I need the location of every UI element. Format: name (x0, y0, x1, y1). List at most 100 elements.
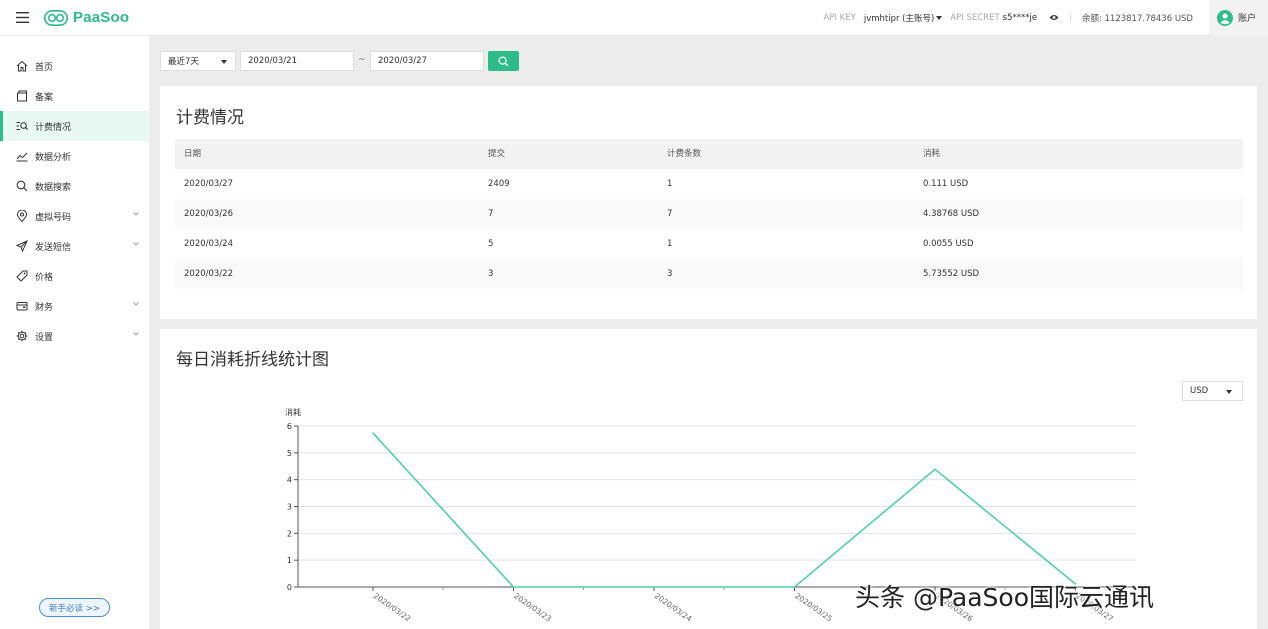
api-secret-label: API SECRET (950, 12, 1000, 23)
user-avatar-icon (1216, 9, 1233, 26)
table-row: 2020/03/27 2409 1 0.111 USD (175, 169, 1243, 199)
y-tick-label: 4 (287, 476, 292, 485)
paasoo-logo-icon (44, 9, 68, 26)
tag-icon (15, 269, 29, 283)
home-icon (15, 59, 29, 73)
wallet-icon (15, 299, 29, 313)
end-date-value: 2020/03/27 (378, 56, 427, 66)
gear-icon (15, 329, 29, 343)
top-bar: PaaSoo API KEY jvmhtipr (主账号) API SECRET… (0, 0, 1268, 36)
sidebar-item-label: 发送短信 (35, 242, 72, 253)
table-row: 2020/03/24 5 1 0.0055 USD (175, 229, 1243, 259)
start-date-input[interactable]: 2020/03/21 (240, 51, 354, 71)
sidebar-item-filing[interactable]: 备案 (0, 81, 150, 111)
date-cell: 2020/03/27 (184, 179, 233, 189)
sidebar-item-data-search[interactable]: 数据搜索 (0, 171, 150, 201)
search-icon (498, 55, 509, 66)
file-icon (15, 89, 29, 103)
sidebar-item-label: 首页 (35, 62, 54, 73)
data-point (653, 586, 655, 588)
sidebar-item-home[interactable]: 首页 (0, 51, 150, 81)
x-tick-label: 2020/03/24 (653, 591, 694, 623)
range-select[interactable]: 最近7天 (160, 51, 236, 71)
date-cell: 2020/03/22 (184, 269, 233, 279)
chevron-down-icon (133, 242, 139, 246)
x-tick-label: 2020/03/25 (793, 591, 834, 623)
sidebar-item-analytics[interactable]: 数据分析 (0, 141, 150, 171)
date-range-separator: ~ (358, 55, 366, 65)
column-header: 计费条数 (667, 149, 702, 159)
main-content: 最近7天 2020/03/21 ~ 2020/03/27 计费情况 日期 提交 … (150, 36, 1268, 629)
balance: 余额: 1123817.78436 USD (1081, 13, 1193, 24)
api-key-label: API KEY (823, 12, 856, 23)
sidebar-item-label: 价格 (35, 272, 54, 283)
y-tick-label: 2 (287, 529, 292, 538)
billed-count-cell: 3 (667, 269, 673, 279)
show-secret-button[interactable] (1049, 14, 1059, 21)
range-select-value: 最近7天 (168, 57, 199, 67)
date-cell: 2020/03/26 (184, 209, 233, 219)
menu-toggle-button[interactable] (0, 0, 44, 36)
sidebar-item-settings[interactable]: 设置 (0, 321, 150, 351)
search-button[interactable] (488, 51, 519, 71)
y-tick-label: 0 (287, 583, 292, 592)
api-key-value: jvmhtipr (主账号) (863, 13, 935, 24)
submitted-cell: 5 (488, 239, 494, 249)
end-date-input[interactable]: 2020/03/27 (370, 51, 484, 71)
column-header: 消耗 (923, 149, 941, 159)
y-tick-label: 1 (287, 556, 292, 565)
sidebar-item-pricing[interactable]: 价格 (0, 261, 150, 291)
sidebar-item-finance[interactable]: 财务 (0, 291, 150, 321)
beginner-guide-button[interactable]: 新手必读 >> (39, 598, 110, 617)
hamburger-icon (15, 12, 29, 23)
cost-cell: 0.111 USD (923, 179, 969, 189)
cost-cell: 0.0055 USD (923, 239, 974, 249)
y-tick-label: 3 (287, 503, 292, 512)
account-label: 账户 (1237, 14, 1256, 24)
list-search-icon (15, 119, 29, 133)
sidebar-item-label: 财务 (35, 302, 54, 313)
sidebar-item-label: 设置 (35, 332, 54, 343)
sidebar-item-label: 虚拟号码 (35, 212, 72, 223)
column-header: 提交 (488, 149, 506, 159)
data-point (793, 586, 796, 588)
logo-text: PaaSoo (73, 9, 130, 26)
date-cell: 2020/03/24 (184, 239, 233, 249)
sidebar-item-label: 备案 (35, 92, 54, 103)
billing-title: 计费情况 (176, 108, 244, 128)
sidebar-item-billing[interactable]: 计费情况 (0, 111, 150, 141)
data-point (372, 432, 374, 434)
billing-table: 日期 提交 计费条数 消耗 2020/03/27 2409 1 0.111 US… (175, 139, 1243, 289)
watermark-text: 头条 @PaaSoo国际云通讯 (855, 583, 1154, 612)
table-row: 2020/03/26 7 7 4.38768 USD (175, 199, 1243, 229)
caret-down-icon (936, 15, 943, 20)
caret-down-icon (221, 60, 227, 64)
submitted-cell: 7 (488, 209, 494, 219)
table-row: 2020/03/22 3 3 5.73552 USD (175, 259, 1243, 289)
sidebar: 首页 备案 计费情况 数据分析 数据搜索 虚拟号码 发送短信 价格 财务 设置 (0, 36, 150, 629)
chevron-down-icon (133, 212, 139, 216)
sidebar-item-label: 数据分析 (35, 152, 72, 163)
account-menu[interactable]: 账户 (1208, 0, 1268, 36)
y-tick-label: 6 (287, 422, 292, 431)
x-tick-label: 2020/03/22 (372, 591, 413, 623)
sidebar-item-send-sms[interactable]: 发送短信 (0, 231, 150, 261)
billed-count-cell: 1 (667, 239, 673, 249)
sidebar-item-virtual-number[interactable]: 虚拟号码 (0, 201, 150, 231)
chevron-down-icon (133, 332, 139, 336)
location-pin-icon (15, 209, 29, 223)
cost-cell: 5.73552 USD (923, 269, 980, 279)
sidebar-item-label: 数据搜索 (35, 182, 72, 193)
billed-count-cell: 1 (667, 179, 673, 189)
top-right-info: API KEY jvmhtipr (主账号) API SECRET s5****… (824, 0, 1268, 36)
billed-count-cell: 7 (667, 209, 673, 219)
series-line (372, 432, 1077, 588)
column-header: 日期 (184, 149, 202, 159)
api-key-dropdown[interactable]: jvmhtipr (主账号) (863, 12, 943, 24)
y-axis-label: 消耗 (285, 407, 301, 417)
chart-line-icon (15, 149, 29, 163)
start-date-value: 2020/03/21 (248, 56, 297, 66)
logo[interactable]: PaaSoo (44, 9, 129, 26)
x-tick-label: 2020/03/23 (512, 591, 553, 623)
sidebar-item-label: 计费情况 (35, 122, 72, 133)
